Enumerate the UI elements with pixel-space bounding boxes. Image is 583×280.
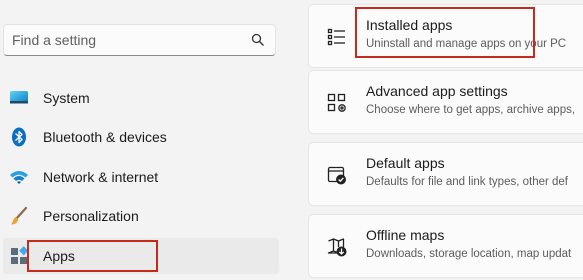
search-input[interactable] <box>4 25 252 55</box>
sidebar-item-label: Personalization <box>43 208 139 224</box>
brush-icon <box>9 206 29 226</box>
card-subtitle: Downloads, storage location, map updat <box>366 248 572 260</box>
default-apps-card[interactable]: Default apps Defaults for file and link … <box>308 142 583 206</box>
card-title: Advanced app settings <box>366 83 508 99</box>
advanced-app-settings-card[interactable]: Advanced app settings Choose where to ge… <box>308 70 583 134</box>
sidebar-item-bluetooth[interactable]: Bluetooth & devices <box>3 119 279 155</box>
sidebar-item-personalization[interactable]: Personalization <box>3 198 279 234</box>
system-monitor-icon <box>9 88 29 108</box>
search-box[interactable] <box>3 24 276 56</box>
map-download-icon <box>326 236 348 258</box>
bluetooth-icon <box>9 127 29 147</box>
card-title: Default apps <box>366 155 445 171</box>
sidebar-item-system[interactable]: System <box>3 80 279 116</box>
list-icon <box>326 26 348 48</box>
card-title: Offline maps <box>366 227 445 243</box>
apps-highlight-box <box>27 240 158 272</box>
card-subtitle: Defaults for file and link types, other … <box>366 176 568 188</box>
app-settings-icon <box>326 92 348 114</box>
sidebar-item-label: Bluetooth & devices <box>43 129 167 145</box>
offline-maps-card[interactable]: Offline maps Downloads, storage location… <box>308 214 583 278</box>
default-apps-icon <box>326 164 348 186</box>
installed-apps-highlight-box <box>355 7 535 58</box>
sidebar-item-network[interactable]: Network & internet <box>3 159 279 195</box>
search-icon[interactable] <box>251 33 265 52</box>
card-subtitle: Choose where to get apps, archive apps, <box>366 104 576 116</box>
wifi-icon <box>9 167 29 187</box>
apps-icon <box>9 246 29 266</box>
sidebar-item-label: System <box>43 90 90 106</box>
sidebar-item-label: Network & internet <box>43 169 159 185</box>
